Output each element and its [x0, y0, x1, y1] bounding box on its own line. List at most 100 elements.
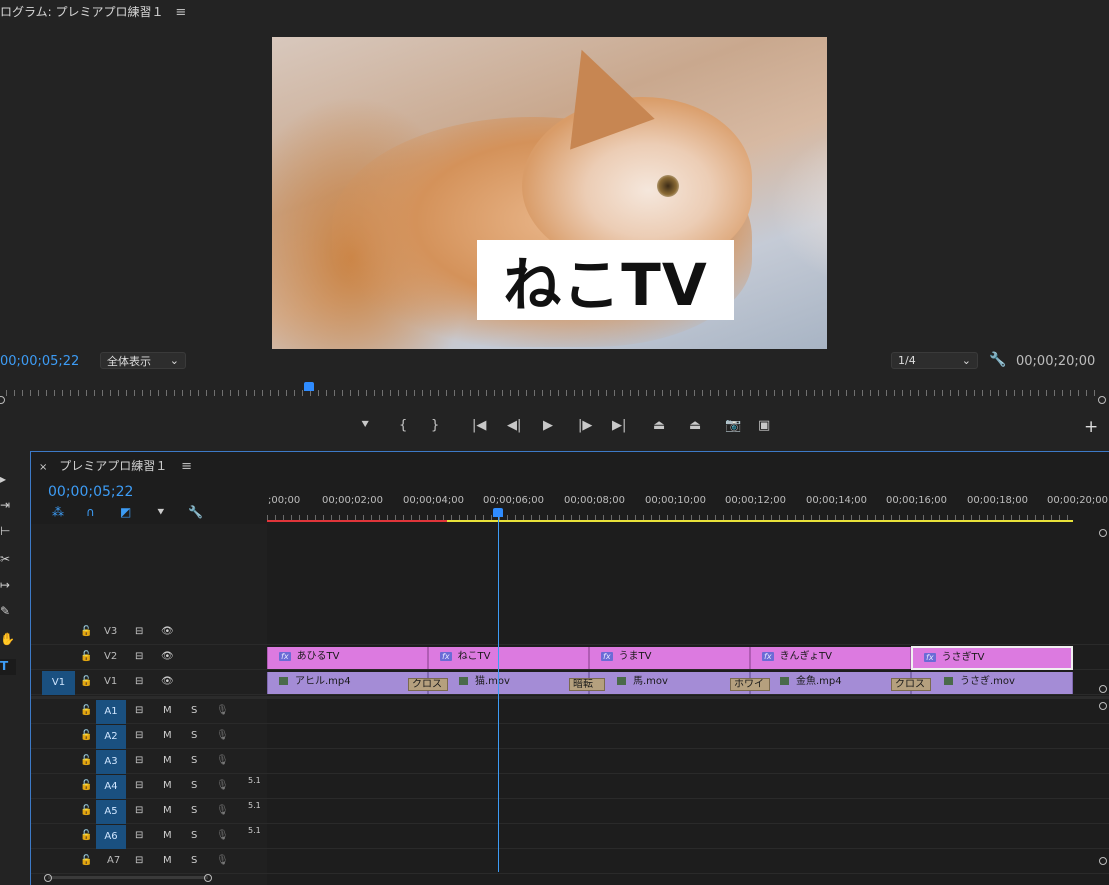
lock-icon[interactable]: 🔓 [80, 651, 92, 662]
title-caption-box[interactable]: ねこTV [477, 240, 734, 320]
mic-icon[interactable]: 🎙 [216, 755, 229, 766]
sync-lock-icon[interactable]: ⊟ [135, 705, 143, 716]
lane-a2[interactable] [267, 725, 1109, 749]
selection-tool-icon[interactable]: ▸ [0, 472, 16, 488]
linked-selection-icon[interactable]: ◩ [120, 505, 131, 519]
sync-lock-icon[interactable]: ⊟ [135, 855, 143, 866]
v2-clip[interactable]: fx うまTV [589, 647, 750, 669]
track-name[interactable]: A1 [96, 700, 126, 724]
lane-a3[interactable] [267, 750, 1109, 774]
type-tool-icon[interactable]: T [0, 659, 16, 675]
lock-icon[interactable]: 🔓 [80, 626, 92, 637]
v1-clip[interactable]: アヒル.mp4 [267, 672, 428, 694]
solo-button[interactable]: S [191, 830, 197, 841]
v2-clip-selected[interactable]: fx うさぎTV [911, 646, 1073, 670]
track-name[interactable]: A3 [96, 750, 126, 774]
lane-a4[interactable] [267, 775, 1109, 799]
mic-icon[interactable]: 🎙 [216, 855, 229, 866]
mute-button[interactable]: M [163, 705, 172, 716]
lock-icon[interactable]: 🔓 [80, 730, 92, 741]
playback-resolution-dropdown[interactable]: 1/4 ⌄ [891, 352, 978, 369]
solo-button[interactable]: S [191, 855, 197, 866]
program-monitor-title[interactable]: ログラム: プレミアプロ練習１ ≡ [0, 3, 186, 20]
v1-clip[interactable]: 猫.mov [428, 672, 589, 694]
track-header-a1[interactable]: 🔓 A1 ⊟ M S 🎙 [31, 700, 267, 724]
sync-lock-icon[interactable]: ⊟ [135, 676, 143, 687]
track-header-a5[interactable]: 🔓 A5 ⊟ M S 🎙 5.1 [31, 800, 267, 824]
sync-lock-icon[interactable]: ⊟ [135, 651, 143, 662]
vertical-scroll-handle-top[interactable] [1099, 529, 1107, 537]
audio-scroll-handle-bottom[interactable] [1099, 857, 1107, 865]
sync-lock-icon[interactable]: ⊟ [135, 805, 143, 816]
track-name[interactable]: A4 [96, 775, 126, 799]
slip-tool-icon[interactable]: ↦ [0, 578, 16, 594]
lock-icon[interactable]: 🔓 [80, 780, 92, 791]
solo-button[interactable]: S [191, 780, 197, 791]
close-tab-icon[interactable]: × [39, 462, 47, 473]
track-name[interactable]: A6 [96, 825, 126, 849]
timeline-playhead-handle[interactable] [493, 508, 503, 517]
track-header-a4[interactable]: 🔓 A4 ⊟ M S 🎙 5.1 [31, 775, 267, 799]
sync-lock-icon[interactable]: ⊟ [135, 780, 143, 791]
transition-clip[interactable]: 暗転 [569, 678, 605, 691]
horizontal-scroll-end-handle[interactable] [204, 874, 212, 882]
audio-scroll-handle-top[interactable] [1099, 702, 1107, 710]
lock-icon[interactable]: 🔓 [80, 830, 92, 841]
program-playhead-timecode[interactable]: 00;00;05;22 [0, 354, 79, 369]
track-name[interactable]: A2 [96, 725, 126, 749]
v1-clip[interactable]: 金魚.mp4 [750, 672, 911, 694]
track-header-a2[interactable]: 🔓 A2 ⊟ M S 🎙 [31, 725, 267, 749]
mic-icon[interactable]: 🎙 [216, 780, 229, 791]
lock-icon[interactable]: 🔓 [80, 705, 92, 716]
lock-icon[interactable]: 🔓 [80, 805, 92, 816]
track-header-a3[interactable]: 🔓 A3 ⊟ M S 🎙 [31, 750, 267, 774]
eye-icon[interactable]: 👁 [161, 676, 174, 687]
mini-timeline-scroll-end-handle[interactable] [1098, 396, 1106, 404]
sync-lock-icon[interactable]: ⊟ [135, 830, 143, 841]
zoom-fit-dropdown[interactable]: 全体表示 ⌄ [100, 352, 186, 369]
solo-button[interactable]: S [191, 755, 197, 766]
lock-icon[interactable]: 🔓 [80, 676, 92, 687]
lock-icon[interactable]: 🔓 [80, 855, 92, 866]
timeline-settings-wrench-icon[interactable]: 🔧 [188, 505, 203, 519]
transition-clip[interactable]: クロス [408, 678, 448, 691]
v2-clip[interactable]: fx あひるTV [267, 647, 428, 669]
insert-sequence-as-nest-icon[interactable]: ⁂ [52, 505, 64, 519]
timeline-playhead-timecode[interactable]: 00;00;05;22 [48, 484, 133, 500]
play-button[interactable]: ▶ [543, 416, 553, 436]
lane-a6[interactable] [267, 825, 1109, 849]
mic-icon[interactable]: 🎙 [216, 705, 229, 716]
go-to-in-button[interactable]: |◀ [472, 416, 486, 436]
v1-clip[interactable]: うさぎ.mov [911, 672, 1073, 694]
mic-icon[interactable]: 🎙 [216, 805, 229, 816]
video-audio-divider[interactable] [31, 696, 1109, 699]
solo-button[interactable]: S [191, 705, 197, 716]
track-header-v2[interactable]: 🔓 V2 ⊟ 👁 [31, 646, 267, 670]
lane-a1[interactable] [267, 700, 1109, 724]
eye-icon[interactable]: 👁 [161, 626, 174, 637]
sync-lock-icon[interactable]: ⊟ [135, 730, 143, 741]
mute-button[interactable]: M [163, 755, 172, 766]
track-header-a7[interactable]: 🔓 A7 ⊟ M S 🎙 [31, 850, 267, 874]
track-header-a6[interactable]: 🔓 A6 ⊟ M S 🎙 5.1 [31, 825, 267, 849]
mute-button[interactable]: M [163, 730, 172, 741]
mute-button[interactable]: M [163, 780, 172, 791]
vertical-scroll-handle-bottom[interactable] [1099, 685, 1107, 693]
solo-button[interactable]: S [191, 730, 197, 741]
lift-button[interactable]: ⏏ [653, 416, 665, 436]
add-marker-button[interactable]: ⯆ [360, 416, 370, 436]
track-name[interactable]: A7 [107, 855, 120, 866]
mute-button[interactable]: M [163, 805, 172, 816]
mark-out-button[interactable]: } [431, 416, 439, 436]
ripple-edit-tool-icon[interactable]: ⊢ [0, 524, 16, 540]
mute-button[interactable]: M [163, 855, 172, 866]
horizontal-scrollbar[interactable] [48, 876, 208, 879]
solo-button[interactable]: S [191, 805, 197, 816]
extract-button[interactable]: ⏏ [689, 416, 701, 436]
v2-clip[interactable]: fx きんぎょTV [750, 647, 911, 669]
lane-a5[interactable] [267, 800, 1109, 824]
program-preview-frame[interactable]: ねこTV [272, 37, 827, 349]
v2-clip[interactable]: fx ねこTV [428, 647, 589, 669]
pen-tool-icon[interactable]: ✎ [0, 604, 16, 620]
timeline-tab[interactable]: × プレミアプロ練習１ ≡ [39, 457, 192, 474]
